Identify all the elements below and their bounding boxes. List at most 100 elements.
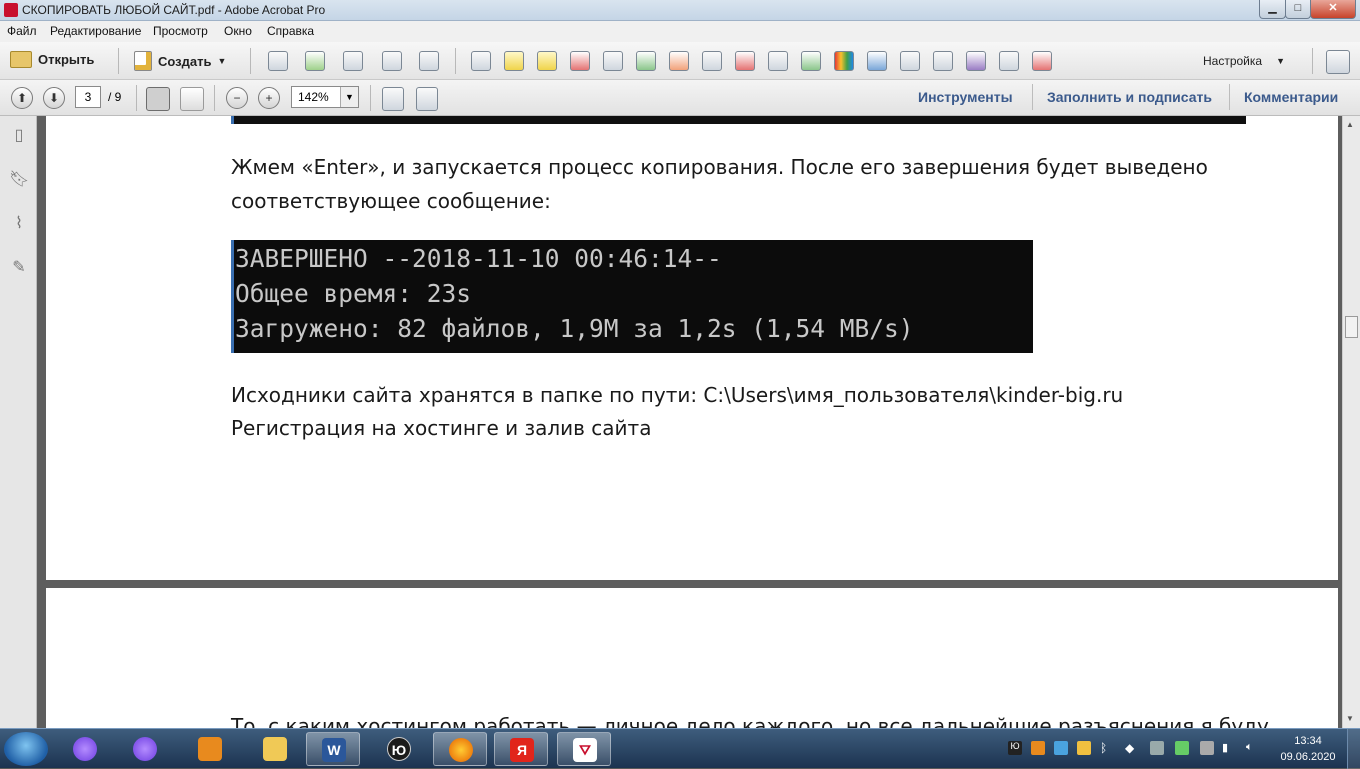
- zoom-out-button[interactable]: −: [226, 87, 248, 109]
- arrow-up-icon: ⬆: [16, 91, 28, 105]
- system-clock[interactable]: 13:34 09.06.2020: [1278, 733, 1338, 765]
- scroll-thumb[interactable]: [1345, 316, 1358, 338]
- vertical-scrollbar[interactable]: ▲ ▼: [1342, 116, 1360, 728]
- cloud-upload-icon[interactable]: [305, 51, 325, 71]
- open-button[interactable]: Открыть: [10, 51, 94, 68]
- bluetooth-icon[interactable]: ᛒ: [1100, 741, 1114, 755]
- sign-icon[interactable]: [735, 51, 755, 71]
- crop-icon[interactable]: [702, 51, 722, 71]
- network-icon[interactable]: ◆: [1125, 741, 1139, 755]
- print-icon[interactable]: [343, 51, 363, 71]
- windows-taskbar: W Ю Я ⛛ Ю ᛒ ◆ ▮ 🔈︎ 13:34 09.06.2020: [0, 728, 1360, 769]
- menu-help[interactable]: Справка: [267, 24, 314, 38]
- rotate-page-icon[interactable]: [669, 51, 689, 71]
- form-icon[interactable]: [933, 51, 953, 71]
- toolbar-separator: [370, 85, 371, 111]
- signature-icon[interactable]: ✎: [9, 258, 29, 278]
- volume-icon[interactable]: 🔈︎: [1246, 741, 1260, 755]
- tray-app-icon[interactable]: [1077, 741, 1091, 755]
- scroll-down-arrow-icon[interactable]: ▼: [1346, 714, 1354, 723]
- taskbar-word[interactable]: W: [306, 732, 360, 766]
- taskbar-alice[interactable]: [58, 732, 112, 766]
- media-player-icon: [198, 737, 222, 761]
- comment-bubble-icon[interactable]: [504, 51, 524, 71]
- hand-tool-icon[interactable]: [180, 87, 204, 111]
- show-desktop-button[interactable]: [1347, 729, 1360, 769]
- paragraph-text: То, с каким хостингом работать — личное …: [231, 714, 1269, 728]
- pdf-page: То, с каким хостингом работать — личное …: [46, 588, 1338, 728]
- add-icon[interactable]: [900, 51, 920, 71]
- tray-avast-icon[interactable]: [1031, 741, 1045, 755]
- taskbar-yandex[interactable]: Я: [494, 732, 548, 766]
- menu-edit[interactable]: Редактирование: [50, 24, 141, 38]
- page-thumbnails-icon[interactable]: ▯: [9, 126, 29, 146]
- highlight-icon[interactable]: [537, 51, 557, 71]
- email-icon[interactable]: [419, 51, 439, 71]
- signal-icon[interactable]: ▮: [1222, 741, 1236, 755]
- tray-device-icon[interactable]: [1150, 741, 1164, 755]
- section-heading: Регистрация на хостинге и залив сайта: [231, 416, 652, 440]
- tray-punto-icon[interactable]: Ю: [1008, 741, 1022, 755]
- edit-icon[interactable]: [382, 51, 402, 71]
- taskbar-explorer[interactable]: [248, 732, 302, 766]
- folder-icon: [263, 737, 287, 761]
- toolbar-separator: [214, 85, 215, 111]
- title-bar: СКОПИРОВАТЬ ЛЮБОЙ САЙТ.pdf - Adobe Acrob…: [0, 0, 1360, 21]
- comments-panel-link[interactable]: Комментарии: [1244, 89, 1338, 105]
- combine-icon[interactable]: [1032, 51, 1052, 71]
- close-button[interactable]: ✕: [1310, 0, 1356, 19]
- customize-dropdown[interactable]: Настройка ▼: [1203, 54, 1285, 68]
- minimize-button[interactable]: ▁: [1259, 0, 1286, 19]
- compare-icon[interactable]: [999, 51, 1019, 71]
- stamp-icon[interactable]: [966, 51, 986, 71]
- toolbar-separator: [136, 85, 137, 111]
- color-icon[interactable]: [834, 51, 854, 71]
- chevron-down-icon: ▼: [340, 87, 358, 107]
- tray-app-icon[interactable]: [1200, 741, 1214, 755]
- page-number-input[interactable]: 3: [75, 86, 101, 108]
- attachment-icon[interactable]: ⌇: [9, 214, 29, 234]
- tray-app-icon[interactable]: [1054, 741, 1068, 755]
- microphone-icon: [133, 737, 157, 761]
- taskbar-punto[interactable]: Ю: [372, 732, 426, 766]
- start-button[interactable]: [4, 732, 48, 766]
- zoom-select[interactable]: 142% ▼: [291, 86, 359, 108]
- insert-page-icon[interactable]: [603, 51, 623, 71]
- maximize-button[interactable]: □: [1285, 0, 1311, 19]
- scroll-up-arrow-icon[interactable]: ▲: [1346, 120, 1354, 129]
- menu-window[interactable]: Окно: [224, 24, 252, 38]
- minus-icon: −: [233, 91, 241, 105]
- menu-view[interactable]: Просмотр: [153, 24, 208, 38]
- select-tool-icon[interactable]: [146, 87, 170, 111]
- save-icon[interactable]: [268, 51, 288, 71]
- clock-date: 09.06.2020: [1280, 751, 1336, 763]
- scan-icon[interactable]: [867, 51, 887, 71]
- menu-file[interactable]: Файл: [7, 24, 37, 38]
- create-pdf-icon: [134, 51, 152, 71]
- acrobat-icon: ⛛: [573, 738, 597, 762]
- fill-sign-panel-link[interactable]: Заполнить и подписать: [1047, 89, 1212, 105]
- document-view[interactable]: Жмем «Enter», и запускается процесс копи…: [37, 116, 1342, 728]
- open-label: Открыть: [38, 52, 95, 67]
- expand-icon[interactable]: [1326, 50, 1350, 74]
- taskbar-acrobat[interactable]: ⛛: [557, 732, 611, 766]
- fit-width-icon[interactable]: [416, 87, 438, 111]
- gear-icon[interactable]: [471, 51, 491, 71]
- next-page-button[interactable]: ⬇: [43, 87, 65, 109]
- taskbar-media[interactable]: [183, 732, 237, 766]
- select-object-icon[interactable]: [768, 51, 788, 71]
- tools-panel-link[interactable]: Инструменты: [918, 89, 1013, 105]
- bookmark-icon[interactable]: 🔖︎: [9, 170, 29, 190]
- zoom-in-button[interactable]: +: [258, 87, 280, 109]
- delete-page-icon[interactable]: [570, 51, 590, 71]
- tray-app-icon[interactable]: [1175, 741, 1189, 755]
- create-button[interactable]: Создать ▼: [134, 51, 226, 71]
- acrobat-app-icon: [4, 3, 18, 17]
- taskbar-mic[interactable]: [118, 732, 172, 766]
- prev-page-button[interactable]: ⬆: [11, 87, 33, 109]
- taskbar-firefox[interactable]: [433, 732, 487, 766]
- zoom-value: 142%: [298, 90, 329, 104]
- export-icon[interactable]: [801, 51, 821, 71]
- fit-page-icon[interactable]: [382, 87, 404, 111]
- extract-page-icon[interactable]: [636, 51, 656, 71]
